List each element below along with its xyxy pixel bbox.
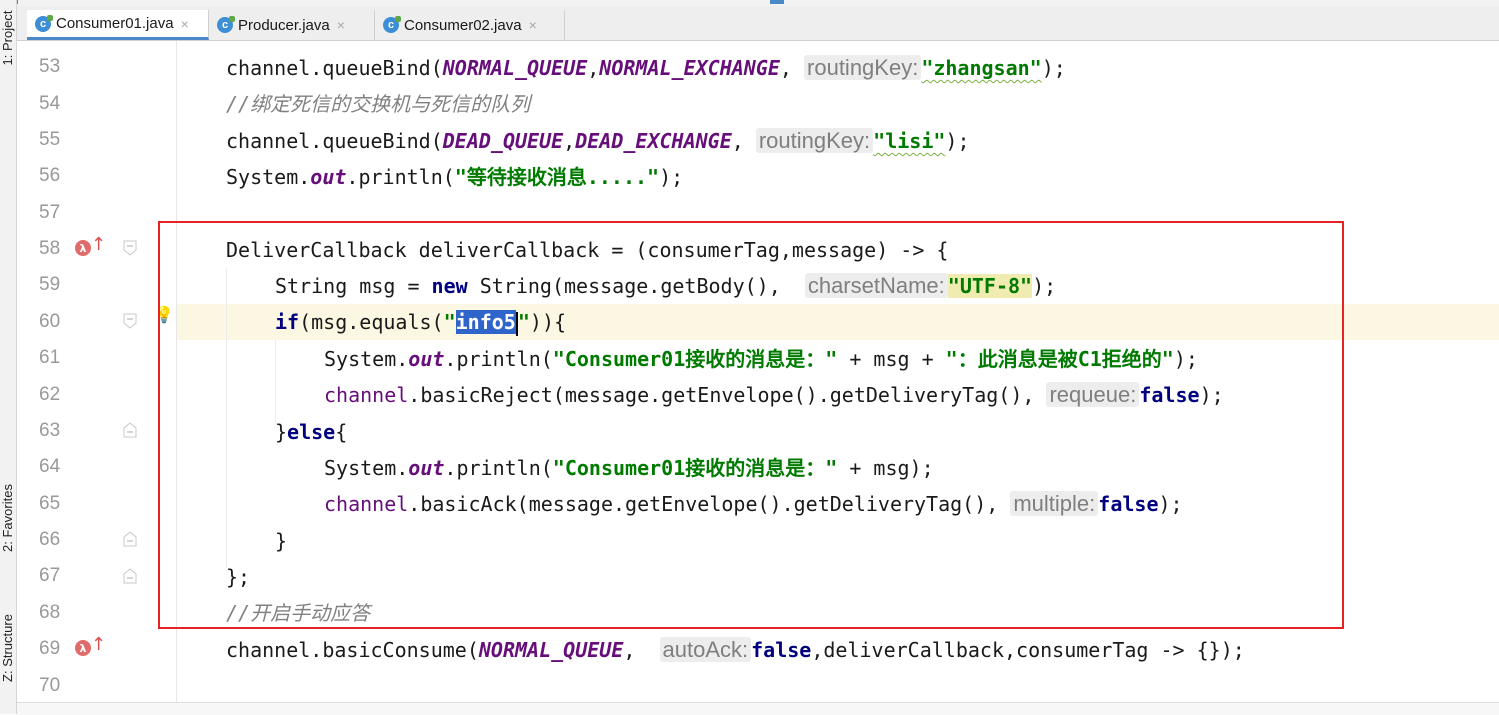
structure-tool-button[interactable]: Z: Structure	[0, 600, 16, 696]
code-text: .println(	[346, 165, 455, 189]
toolbar-fragment	[770, 0, 784, 4]
fold-end-icon[interactable]	[123, 422, 137, 438]
keyword: false	[751, 638, 812, 662]
close-tab-icon[interactable]: ×	[181, 16, 189, 32]
line-number: 57	[39, 202, 61, 223]
constant: NORMAL_QUEUE	[442, 56, 588, 80]
line-number: 63	[39, 420, 61, 441]
constant: DEAD_QUEUE	[442, 129, 564, 153]
annotation-highlight-box	[158, 221, 1344, 629]
line-number: 54	[39, 93, 61, 114]
favorites-tool-button[interactable]: 2: Favorites	[0, 470, 16, 566]
code-text: ,	[587, 56, 600, 80]
code-text: channel.queueBind(	[226, 56, 443, 80]
line-number: 62	[39, 384, 61, 405]
tab-producer[interactable]: c Producer.java ×	[209, 10, 375, 40]
constant: NORMAL_QUEUE	[478, 638, 624, 662]
fold-start-icon[interactable]	[123, 240, 137, 256]
editor-tab-bar: c Consumer01.java × c Producer.java × c …	[17, 6, 1499, 41]
code-line-56[interactable]: System.out.println("等待接收消息.....");	[226, 159, 683, 195]
string-literal: "lisi"	[873, 129, 946, 153]
code-text: ,	[731, 129, 756, 153]
line-number: 66	[39, 529, 61, 550]
line-number: 65	[39, 493, 61, 514]
line-number: 53	[39, 56, 61, 77]
breadcrumb-bar	[17, 702, 1499, 715]
lambda-icon[interactable]: λ	[75, 640, 91, 656]
code-text: channel.basicConsume(	[226, 638, 479, 662]
fold-start-icon[interactable]	[123, 313, 137, 329]
static-field: out	[310, 165, 347, 189]
code-line-69[interactable]: channel.basicConsume(NORMAL_QUEUE, autoA…	[226, 632, 1245, 668]
code-text: channel.queueBind(	[226, 129, 443, 153]
tab-label: Consumer01.java	[56, 15, 174, 32]
code-line-54-comment[interactable]: //绑定死信的交换机与死信的队列	[226, 86, 530, 122]
line-number: 69	[39, 638, 61, 659]
code-text: ,	[623, 638, 660, 662]
line-number: 56	[39, 165, 61, 186]
line-number: 64	[39, 456, 61, 477]
line-number: 58	[39, 238, 61, 259]
line-number: 60	[39, 311, 61, 332]
editor-gutter: 53 54 55 56 57 58 59 60 61 62 63 64 65 6…	[17, 41, 177, 714]
lambda-icon[interactable]: λ	[75, 240, 91, 256]
code-text: ,deliverCallback,consumerTag -> {});	[811, 638, 1245, 662]
code-text: );	[1041, 56, 1066, 80]
code-text: ,	[779, 56, 805, 80]
code-text: System.	[226, 165, 311, 189]
constant: NORMAL_EXCHANGE	[599, 56, 780, 80]
line-number: 68	[39, 602, 61, 623]
code-line-55[interactable]: channel.queueBind(DEAD_QUEUE,DEAD_EXCHAN…	[226, 123, 970, 159]
java-class-icon: c	[217, 16, 235, 33]
parameter-hint: autoAck:	[659, 637, 752, 662]
parameter-hint: routingKey:	[755, 128, 874, 153]
implements-up-arrow-icon[interactable]: ↑	[91, 634, 106, 655]
line-number: 70	[39, 675, 61, 696]
tab-consumer02[interactable]: c Consumer02.java ×	[375, 10, 565, 40]
code-text: );	[659, 165, 684, 189]
fold-end-icon[interactable]	[123, 531, 137, 547]
java-class-icon: c	[35, 14, 53, 32]
tab-consumer01[interactable]: c Consumer01.java ×	[27, 10, 209, 40]
string-literal: "zhangsan"	[921, 56, 1042, 80]
java-class-icon: c	[383, 16, 401, 33]
tab-label: Producer.java	[238, 16, 330, 34]
code-line-53[interactable]: channel.queueBind(NORMAL_QUEUE,NORMAL_EX…	[226, 50, 1066, 86]
parameter-hint: routingKey:	[804, 55, 922, 80]
implements-up-arrow-icon[interactable]: ↑	[91, 234, 106, 255]
fold-end-icon[interactable]	[123, 568, 137, 584]
constant: DEAD_EXCHANGE	[575, 129, 732, 153]
line-number: 59	[39, 274, 61, 295]
line-number: 67	[39, 565, 61, 586]
left-tool-window-bar: 1: Project 2: Favorites Z: Structure	[0, 0, 17, 714]
code-text: );	[945, 129, 970, 153]
close-tab-icon[interactable]: ×	[529, 17, 537, 33]
tab-label: Consumer02.java	[404, 16, 522, 34]
project-tool-button[interactable]: 1: Project	[0, 0, 16, 86]
close-tab-icon[interactable]: ×	[337, 17, 345, 33]
line-number: 55	[39, 129, 61, 150]
string-literal: "等待接收消息....."	[454, 165, 660, 189]
line-number: 61	[39, 347, 61, 368]
code-text: ,	[563, 129, 576, 153]
